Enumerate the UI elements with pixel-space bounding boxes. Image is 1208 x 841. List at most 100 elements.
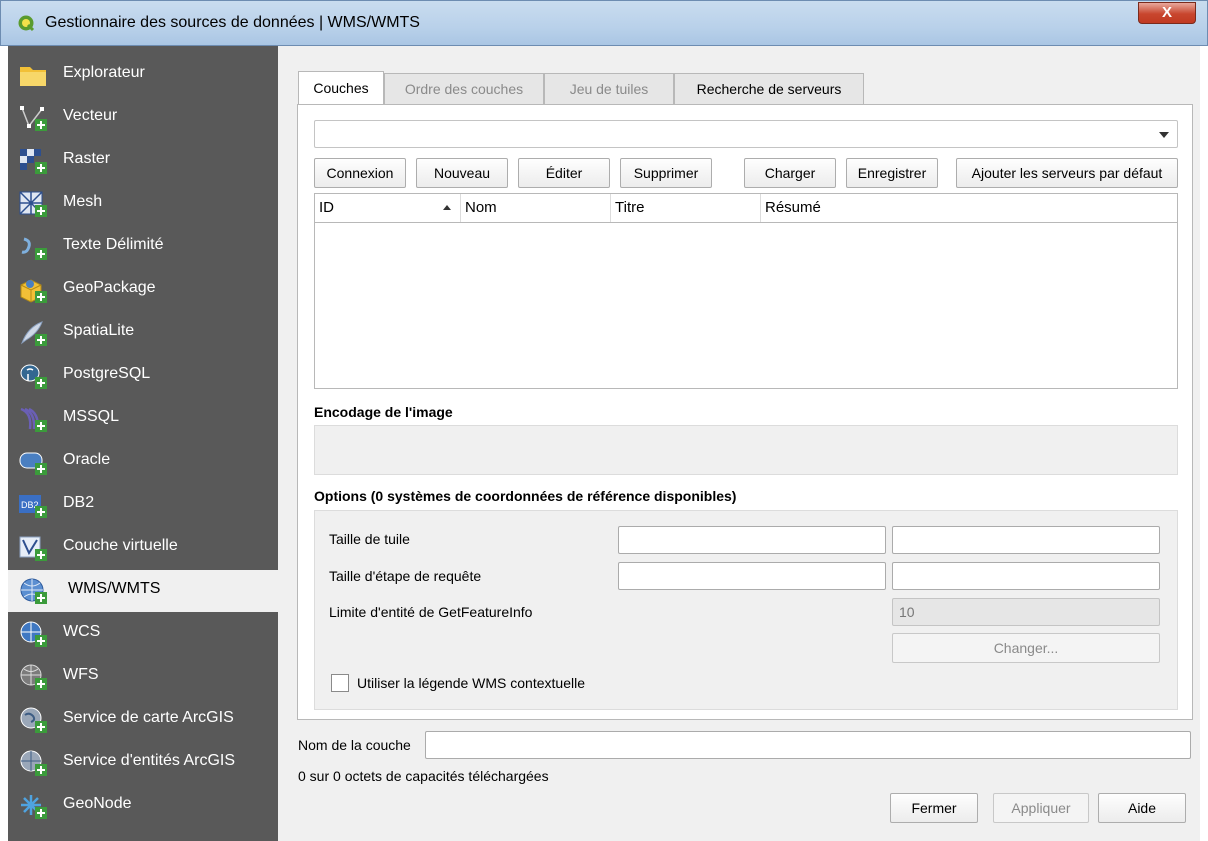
sidebar-item-label: Raster [63, 150, 111, 167]
tile-width-input[interactable] [618, 526, 886, 554]
layers-table[interactable]: ID Nom Titre Résumé [314, 193, 1178, 389]
step-height-input[interactable] [892, 562, 1160, 590]
sidebar-item-oracle[interactable]: Oracle [8, 441, 278, 483]
sidebar-item-label: WCS [63, 623, 101, 640]
load-connections-button[interactable]: Charger [744, 158, 836, 188]
tab-recherche-de-serveurs[interactable]: Recherche de serveurs [674, 73, 864, 104]
source-sidebar: Explorateur Vecteur Raster Mesh Texte Dé… [8, 46, 278, 841]
sidebar-item-label: MSSQL [63, 408, 120, 425]
arcgis-map-icon [20, 707, 47, 733]
sidebar-item-mssql[interactable]: MSSQL [8, 398, 278, 440]
help-button[interactable]: Aide [1098, 793, 1186, 823]
connection-select[interactable] [314, 120, 1178, 148]
add-default-servers-button[interactable]: Ajouter les serveurs par défaut [956, 158, 1178, 188]
sidebar-item-label: Service de carte ArcGIS [63, 709, 234, 726]
layers-panel: Connexion Nouveau Éditer Supprimer Charg… [297, 104, 1193, 720]
column-header-titre[interactable]: Titre [611, 194, 761, 222]
geopackage-icon [20, 279, 47, 303]
postgresql-icon [20, 364, 47, 389]
sort-ascending-icon [443, 205, 451, 210]
sidebar-item-arcgis-feature[interactable]: Service d'entités ArcGIS [8, 742, 278, 784]
change-crs-button[interactable]: Changer... [892, 633, 1160, 663]
sidebar-item-label: GeoNode [63, 795, 132, 812]
sidebar-item-couche-virtuelle[interactable]: Couche virtuelle [8, 527, 278, 569]
options-section-title: Options (0 systèmes de coordonnées de ré… [314, 488, 737, 504]
folder-icon [20, 67, 46, 86]
feature-limit-label: Limite d'entité de GetFeatureInfo [329, 604, 533, 620]
tab-couches[interactable]: Couches [298, 71, 384, 104]
sidebar-item-spatialite[interactable]: SpatiaLite [8, 312, 278, 354]
sidebar-item-label: Oracle [63, 451, 111, 468]
arcgis-feature-icon [20, 750, 47, 776]
window-title: Gestionnaire des sources de données | WM… [45, 14, 420, 31]
sidebar-item-geopackage[interactable]: GeoPackage [8, 269, 278, 311]
tile-height-input[interactable] [892, 526, 1160, 554]
spatialite-icon [20, 321, 47, 346]
contextual-legend-checkbox[interactable] [331, 674, 349, 692]
sidebar-item-geonode[interactable]: GeoNode [8, 785, 278, 827]
tab-ordre-des-couches[interactable]: Ordre des couches [384, 73, 544, 104]
sidebar-item-label: Couche virtuelle [63, 537, 178, 554]
sidebar-item-label: WMS/WMTS [68, 580, 161, 597]
sidebar-item-label: Vecteur [63, 107, 118, 124]
tile-size-label: Taille de tuile [329, 531, 410, 547]
qgis-logo-icon [18, 15, 35, 32]
wms-icon [20, 578, 47, 604]
sidebar-item-texte-delimite[interactable]: Texte Délimité [8, 226, 278, 268]
column-header-resume[interactable]: Résumé [761, 194, 1177, 222]
column-header-id[interactable]: ID [315, 194, 461, 222]
title-bar: Gestionnaire des sources de données | WM… [0, 0, 1208, 46]
mssql-icon [20, 407, 47, 432]
apply-button[interactable]: Appliquer [993, 793, 1089, 823]
sidebar-item-arcgis-map[interactable]: Service de carte ArcGIS [8, 699, 278, 741]
sidebar-item-label: SpatiaLite [63, 322, 135, 339]
sidebar-item-label: Texte Délimité [63, 236, 164, 253]
tab-jeu-de-tuiles[interactable]: Jeu de tuiles [544, 73, 674, 104]
new-connection-button[interactable]: Nouveau [416, 158, 508, 188]
layer-name-input[interactable] [425, 731, 1191, 759]
step-size-label: Taille d'étape de requête [329, 568, 482, 584]
sidebar-item-label: WFS [63, 666, 99, 683]
sidebar-item-db2[interactable]: DB2 DB2 [8, 484, 278, 526]
sidebar-item-label: Service d'entités ArcGIS [63, 752, 236, 769]
sidebar-item-wcs[interactable]: WCS [8, 613, 278, 655]
sidebar-item-raster[interactable]: Raster [8, 140, 278, 182]
step-width-input[interactable] [618, 562, 886, 590]
wfs-icon [20, 664, 47, 690]
raster-icon [20, 149, 47, 174]
oracle-icon [19, 452, 47, 475]
edit-connection-button[interactable]: Éditer [518, 158, 610, 188]
db2-icon: DB2 [19, 495, 47, 518]
sidebar-item-postgresql[interactable]: PostgreSQL [8, 355, 278, 397]
sidebar-item-mesh[interactable]: Mesh [8, 183, 278, 225]
feature-limit-input[interactable]: 10 [892, 598, 1160, 626]
encoding-section-title: Encodage de l'image [314, 404, 453, 420]
sidebar-item-label: Mesh [63, 193, 103, 210]
sidebar-item-label: PostgreSQL [63, 365, 151, 382]
column-header-nom[interactable]: Nom [461, 194, 611, 222]
sidebar-item-vecteur[interactable]: Vecteur [8, 97, 278, 139]
sidebar-item-wfs[interactable]: WFS [8, 656, 278, 698]
close-window-button[interactable]: X [1138, 2, 1196, 24]
contextual-legend-label: Utiliser la légende WMS contextuelle [357, 675, 585, 691]
virtual-layer-icon [19, 536, 47, 561]
geonode-icon [21, 795, 47, 819]
save-connections-button[interactable]: Enregistrer [846, 158, 938, 188]
delete-connection-button[interactable]: Supprimer [620, 158, 712, 188]
sidebar-item-wms-wmts[interactable]: WMS/WMTS [8, 570, 278, 612]
close-icon: X [1161, 4, 1172, 21]
encoding-options-box [314, 425, 1178, 475]
delimited-text-icon [21, 237, 47, 260]
chevron-down-icon [1159, 132, 1169, 138]
layers-table-header: ID Nom Titre Résumé [315, 194, 1177, 223]
sidebar-item-label: Explorateur [63, 64, 145, 81]
sidebar-item-explorateur[interactable]: Explorateur [8, 54, 278, 96]
sidebar-item-label: DB2 [63, 494, 95, 511]
layer-name-label: Nom de la couche [298, 737, 411, 753]
mesh-icon [19, 191, 47, 217]
close-button[interactable]: Fermer [890, 793, 978, 823]
sidebar-item-label: GeoPackage [63, 279, 156, 296]
vector-icon [20, 106, 47, 131]
connect-button[interactable]: Connexion [314, 158, 406, 188]
dialog-body: Explorateur Vecteur Raster Mesh Texte Dé… [8, 46, 1200, 841]
